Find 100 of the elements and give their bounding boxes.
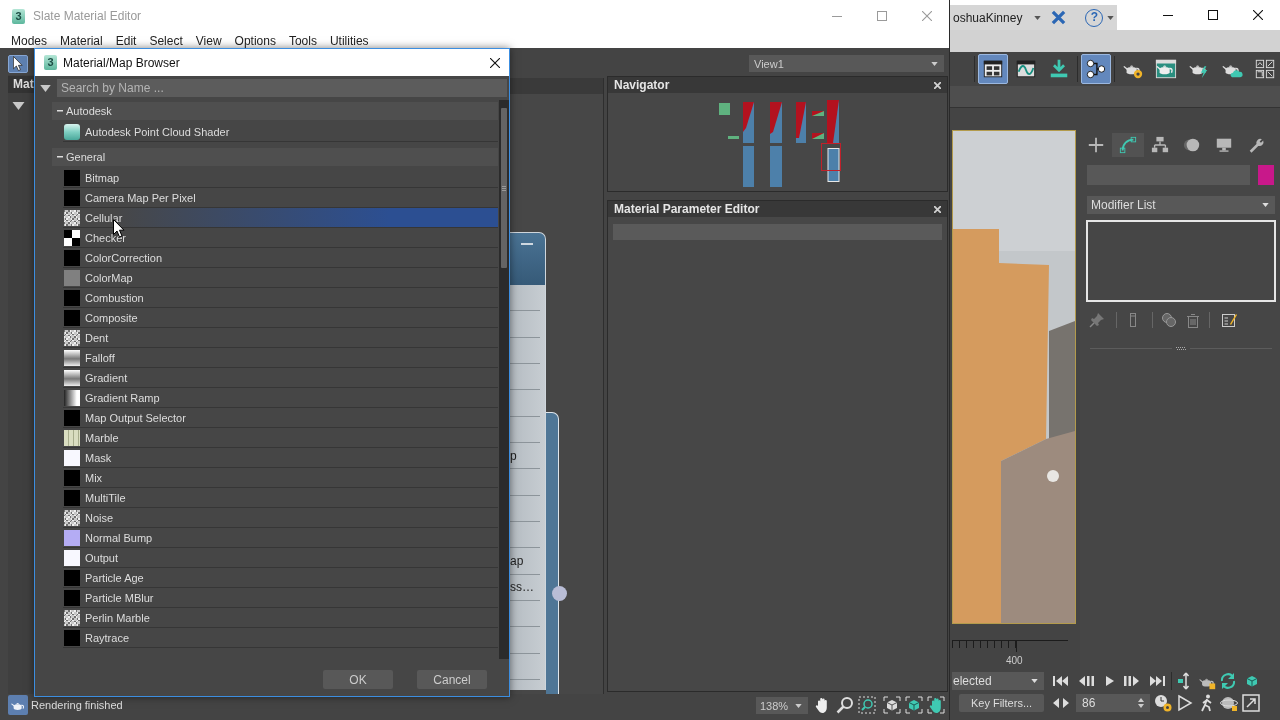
caret-icon: [1262, 203, 1269, 207]
socket-icon[interactable]: [552, 586, 567, 601]
panel-title: Material Parameter Editor: [614, 202, 760, 216]
menu-item[interactable]: Options: [234, 35, 276, 47]
menu-item[interactable]: Select: [149, 35, 183, 47]
map-list-item[interactable]: Cellular: [63, 208, 498, 228]
command-tab[interactable]: [1112, 133, 1144, 157]
modifier-stack-list[interactable]: [1086, 220, 1276, 302]
minimize-icon[interactable]: [1162, 14, 1173, 16]
left-right-arrows-icon[interactable]: [1053, 697, 1069, 709]
map-list-item[interactable]: Output: [63, 548, 498, 568]
select-tool-button[interactable]: [8, 54, 28, 73]
maximize-icon[interactable]: [1207, 10, 1218, 20]
edit-list-icon[interactable]: [1221, 312, 1237, 328]
map-list-item[interactable]: ColorCorrection: [63, 248, 498, 268]
key-filters-button[interactable]: Key Filters...: [959, 694, 1044, 712]
map-list-item[interactable]: Dent: [63, 328, 498, 348]
map-list-item[interactable]: Bitmap: [63, 168, 498, 188]
menu-item[interactable]: Modes: [11, 35, 48, 47]
orbit-icon[interactable]: [1220, 694, 1238, 712]
close-icon[interactable]: [490, 57, 500, 68]
toolbar-button[interactable]: [978, 54, 1008, 84]
map-list-item[interactable]: Raytrace: [63, 628, 498, 648]
window-title: Slate Material Editor: [33, 9, 142, 23]
render-button[interactable]: [8, 695, 28, 715]
group-header[interactable]: General: [52, 148, 498, 166]
map-list-item[interactable]: Particle Age: [63, 568, 498, 588]
map-list-item[interactable]: Particle MBlur: [63, 588, 498, 608]
arrow-pointer-icon: [13, 56, 23, 71]
hand-icon[interactable]: [927, 696, 945, 714]
user-name[interactable]: oshuaKinney: [953, 10, 1023, 25]
close-icon[interactable]: [1252, 10, 1263, 20]
map-list-item[interactable]: Mask: [63, 448, 498, 468]
scrollbar[interactable]: [499, 100, 509, 659]
map-list-item[interactable]: Combustion: [63, 288, 498, 308]
selection-set-dropdown[interactable]: elected: [952, 672, 1044, 690]
map-list-item[interactable]: Marble: [63, 428, 498, 448]
map-list-item[interactable]: Map Output Selector: [63, 408, 498, 428]
panel-tab[interactable]: Mat: [8, 76, 34, 93]
menu-item[interactable]: Utilities: [329, 35, 369, 47]
dropdown-triangle-icon[interactable]: [12, 102, 25, 110]
clock-gear-icon[interactable]: [1154, 694, 1172, 712]
magnifier-icon[interactable]: [836, 696, 854, 714]
map-list-item[interactable]: Checker: [63, 228, 498, 248]
circle-icon: [1183, 136, 1201, 154]
viewport[interactable]: [952, 130, 1076, 624]
play-icon[interactable]: [1106, 676, 1114, 686]
node-canvas[interactable]: p ap ss…: [510, 78, 604, 694]
map-list-item[interactable]: Autodesk Point Cloud Shader: [63, 122, 498, 142]
view-dropdown[interactable]: View1: [749, 55, 944, 72]
cancel-button[interactable]: Cancel: [417, 670, 487, 689]
zoom-dropdown[interactable]: 138%: [756, 697, 808, 714]
spheres-icon[interactable]: [1161, 312, 1177, 328]
menu-item[interactable]: Material: [60, 35, 103, 47]
caret-icon[interactable]: [1107, 15, 1115, 20]
color-swatch-icon[interactable]: [1258, 165, 1274, 185]
menu-item[interactable]: Edit: [115, 35, 137, 47]
monitor-icon: [1215, 136, 1233, 154]
modifier-list-dropdown[interactable]: Modifier List: [1087, 196, 1275, 214]
menu-item[interactable]: Tools: [288, 35, 317, 47]
map-list-item[interactable]: Gradient Ramp: [63, 388, 498, 408]
skip-to-end-icon[interactable]: [1149, 675, 1165, 687]
dropdown-triangle-icon[interactable]: [40, 84, 51, 92]
noise-swatch-icon: [64, 509, 80, 526]
trash-icon[interactable]: [1185, 312, 1201, 328]
map-list-item[interactable]: Mix: [63, 468, 498, 488]
circular-arrows-icon[interactable]: [1219, 672, 1237, 690]
map-list-item[interactable]: Gradient: [63, 368, 498, 388]
previous-frame-icon[interactable]: [1079, 675, 1095, 687]
material-node[interactable]: [546, 412, 559, 694]
map-list-item[interactable]: ColorMap: [63, 268, 498, 288]
teapot-window-icon: [1155, 58, 1177, 80]
map-list-item[interactable]: MultiTile: [63, 488, 498, 508]
triangle-outline-icon[interactable]: [1176, 694, 1194, 712]
group-header[interactable]: Autodesk: [52, 102, 498, 120]
map-list-item[interactable]: Noise: [63, 508, 498, 528]
map-list-item[interactable]: Normal Bump: [63, 528, 498, 548]
cross-logo-icon[interactable]: [1051, 10, 1067, 25]
menu-item[interactable]: View: [195, 35, 222, 47]
app-logo: 3: [44, 55, 57, 70]
cloud-swatch-icon: [64, 123, 80, 140]
caret-icon[interactable]: [1034, 15, 1042, 20]
map-list-item[interactable]: Composite: [63, 308, 498, 328]
cube-icon[interactable]: [905, 696, 923, 714]
cube-icon[interactable]: [883, 696, 901, 714]
frame-field[interactable]: 86: [1076, 694, 1150, 712]
curve-icon: [1119, 136, 1137, 154]
skip-to-start-icon[interactable]: [1053, 675, 1069, 687]
scrollbar-thumb[interactable]: [501, 108, 507, 268]
ok-button[interactable]: OK: [323, 670, 393, 689]
next-frame-icon[interactable]: [1123, 675, 1139, 687]
zoom-region-icon[interactable]: [858, 696, 876, 714]
slot-label: p: [510, 448, 517, 463]
search-field[interactable]: Search by Name ...: [57, 79, 507, 97]
toolbar-button[interactable]: [1081, 54, 1111, 84]
material-node[interactable]: p ap ss…: [510, 232, 546, 690]
grip-icon[interactable]: [1176, 347, 1186, 350]
map-list-item[interactable]: Falloff: [63, 348, 498, 368]
map-list-item[interactable]: Perlin Marble: [63, 608, 498, 628]
expand-icon[interactable]: [1242, 694, 1260, 712]
